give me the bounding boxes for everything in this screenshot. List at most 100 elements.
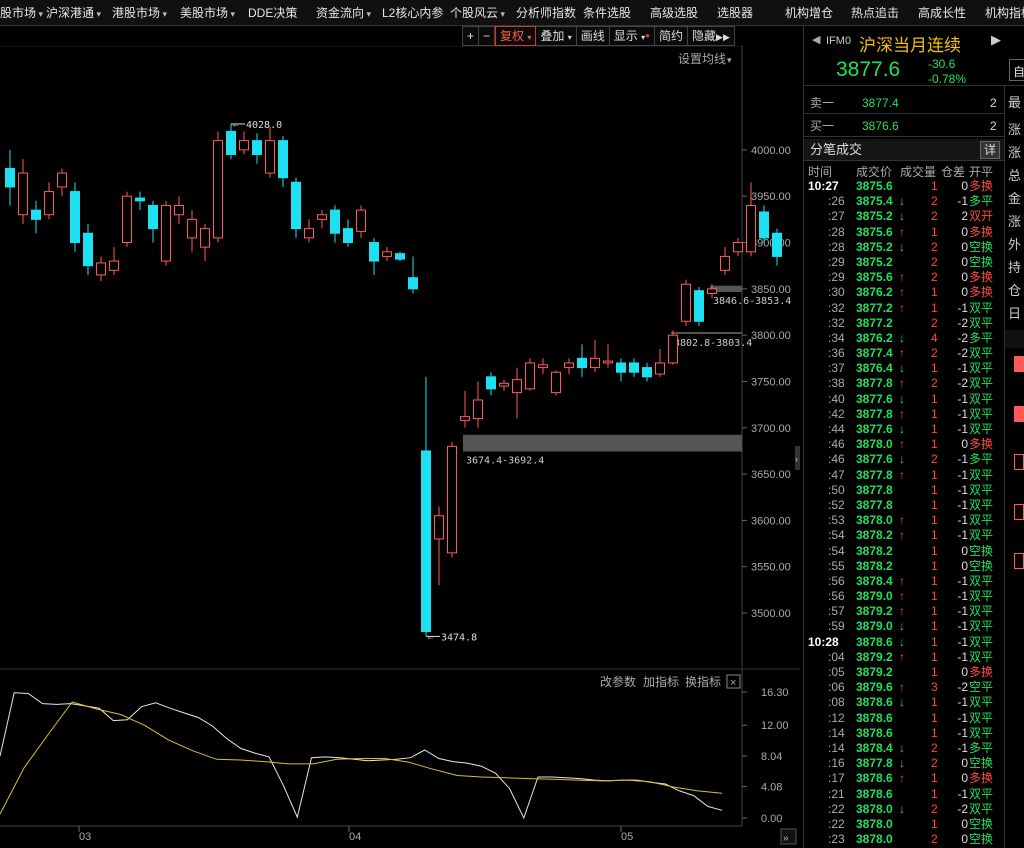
tick-oi-change: -1 bbox=[957, 452, 968, 467]
y-tick-label: 3950.00 bbox=[751, 191, 791, 203]
side-stat-label: 涨 bbox=[1008, 145, 1022, 160]
fuquan-button[interactable]: 复权 ▾ bbox=[495, 26, 537, 46]
candle-body bbox=[681, 283, 691, 322]
menu-item[interactable]: 分析师指数 bbox=[516, 0, 576, 26]
tick-type: 空换 bbox=[969, 543, 994, 558]
prev-contract-icon[interactable]: ◀ bbox=[812, 33, 820, 46]
ma-settings-button[interactable]: 设置均线 bbox=[678, 52, 726, 66]
zoom-out-button[interactable]: − bbox=[479, 26, 496, 46]
hide-button[interactable]: 隐藏▶▶ bbox=[688, 26, 735, 46]
tick-volume: 1 bbox=[931, 437, 938, 452]
tick-time: :56 bbox=[828, 573, 845, 588]
y-tick-label: 3850.00 bbox=[751, 284, 791, 296]
change-indicator-button[interactable]: 换指标 bbox=[685, 674, 721, 689]
tick-time: :32 bbox=[828, 315, 845, 330]
arrow-up-icon: ↑ bbox=[899, 224, 905, 239]
tick-row: :04 3879.2 ↑ 1 -1 双平 bbox=[804, 650, 1004, 665]
tick-volume: 1 bbox=[931, 543, 938, 558]
tick-volume: 1 bbox=[931, 816, 938, 831]
tick-volume: 1 bbox=[931, 497, 938, 512]
candle-body bbox=[252, 140, 262, 156]
tick-time: :38 bbox=[828, 376, 845, 391]
tick-type: 多平 bbox=[969, 330, 994, 345]
menu-item[interactable]: 机构增仓 bbox=[785, 0, 833, 26]
tick-type: 多换 bbox=[969, 771, 994, 786]
simple-mode-button[interactable]: 简约 bbox=[655, 26, 689, 46]
tape-detail-button[interactable]: 详 bbox=[980, 141, 1000, 159]
menu-item[interactable]: 资金流向 ▾ bbox=[316, 0, 371, 26]
menu-item[interactable]: DDE决策 bbox=[248, 0, 297, 26]
tick-time: :27 bbox=[828, 209, 845, 224]
menu-item[interactable]: 热点追击 bbox=[851, 0, 899, 26]
tick-price: 3877.6 bbox=[856, 422, 893, 436]
menu-item[interactable]: 选股器 bbox=[717, 0, 753, 26]
chevron-down-icon: ▾ bbox=[567, 33, 572, 42]
zoom-in-button[interactable]: + bbox=[462, 26, 480, 46]
tick-volume: 1 bbox=[931, 786, 938, 801]
tick-price: 3878.6 bbox=[856, 771, 893, 786]
add-indicator-button[interactable]: 加指标 bbox=[643, 674, 679, 689]
add-watchlist-button[interactable]: 自 bbox=[1009, 59, 1024, 81]
tick-price: 3878.2 bbox=[856, 528, 893, 543]
tick-time: :46 bbox=[828, 437, 845, 452]
tick-volume: 2 bbox=[931, 376, 938, 391]
candle-body bbox=[603, 360, 613, 364]
display-button[interactable]: 显示 ▾● bbox=[609, 26, 656, 46]
tick-list[interactable]: 10:27 3875.6 1 0 多换:26 3875.4 ↓ 2 -1 多平:27 3875.2 ↓… bbox=[804, 179, 1004, 848]
indicator-line-yellow bbox=[0, 701, 723, 815]
menu-item[interactable]: 个股风云 ▾ bbox=[450, 0, 505, 26]
arrow-up-icon: ↑ bbox=[899, 604, 905, 619]
tick-type: 空平 bbox=[969, 680, 994, 695]
tick-time: :57 bbox=[828, 604, 845, 619]
tick-type: 空换 bbox=[969, 816, 994, 831]
tick-volume: 1 bbox=[931, 482, 938, 497]
tick-price: 3878.4 bbox=[856, 573, 893, 588]
draw-line-button[interactable]: 画线 bbox=[576, 26, 610, 46]
change-params-button[interactable]: 改参数 bbox=[600, 674, 636, 689]
menu-item[interactable]: 高级选股 bbox=[650, 0, 698, 26]
next-contract-icon[interactable]: ▶ bbox=[991, 32, 1001, 48]
candle-body bbox=[668, 334, 678, 364]
candle-body bbox=[733, 242, 743, 253]
menu-item[interactable]: 沪深港通 ▾ bbox=[46, 0, 101, 26]
tick-time: :06 bbox=[828, 680, 845, 695]
overlay-button[interactable]: 叠加 ▾ bbox=[536, 26, 577, 46]
menu-item[interactable]: 条件选股 bbox=[583, 0, 631, 26]
tick-time: :47 bbox=[828, 467, 845, 482]
menu-item[interactable]: 股市场 ▾ bbox=[0, 0, 43, 26]
top-menu-bar: 股市场 ▾ 沪深港通 ▾ 港股市场 ▾ 美股市场 ▾ DDE决策 资金流向 ▾ L2核心内参… bbox=[0, 0, 1024, 26]
candle-body bbox=[447, 445, 457, 554]
menu-item[interactable]: 机构指标 bbox=[985, 0, 1024, 26]
double-arrow-right-icon: ▶▶ bbox=[716, 32, 730, 42]
tape-column-header: 成交量 bbox=[900, 165, 937, 179]
tick-oi-change: -1 bbox=[957, 604, 968, 619]
tick-oi-change: 0 bbox=[961, 239, 968, 254]
tape-column-header: 时间 bbox=[808, 165, 833, 179]
candle-body bbox=[577, 357, 587, 369]
chevron-down-icon: ▾ bbox=[94, 9, 102, 19]
tick-price: 3877.8 bbox=[856, 467, 893, 482]
panel-collapse-handle[interactable]: › bbox=[795, 446, 800, 470]
menu-item[interactable]: 高成长性 bbox=[918, 0, 966, 26]
candle-body bbox=[629, 362, 639, 373]
tick-oi-change: -1 bbox=[957, 422, 968, 436]
tick-price: 3878.6 bbox=[856, 695, 893, 710]
candle-body bbox=[356, 209, 366, 232]
scroll-right-button[interactable]: » bbox=[780, 828, 797, 845]
menu-item[interactable]: 港股市场 ▾ bbox=[112, 0, 167, 26]
tick-time: :36 bbox=[828, 346, 845, 361]
tick-oi-change: 0 bbox=[961, 558, 968, 573]
chart-area[interactable]: 4000.00 3950.00 3900.00 3850.00 3800.00 3750.… bbox=[0, 46, 800, 848]
menu-item-label: 条件选股 bbox=[583, 6, 632, 20]
display-label: 显示 bbox=[613, 29, 638, 43]
close-indicator-button[interactable]: × bbox=[726, 674, 741, 689]
menu-item[interactable]: L2核心内参 bbox=[382, 0, 443, 26]
candle-body bbox=[31, 209, 41, 220]
arrow-down-icon: ↓ bbox=[899, 391, 905, 406]
menu-item[interactable]: 美股市场 ▾ bbox=[180, 0, 235, 26]
tick-row: :37 3876.4 ↓ 1 -1 双平 bbox=[804, 361, 1004, 376]
tick-volume: 1 bbox=[931, 361, 938, 376]
tick-time: :17 bbox=[828, 771, 845, 786]
arrow-down-icon: ↓ bbox=[899, 209, 905, 224]
y-tick-label: 3500.00 bbox=[751, 608, 791, 620]
